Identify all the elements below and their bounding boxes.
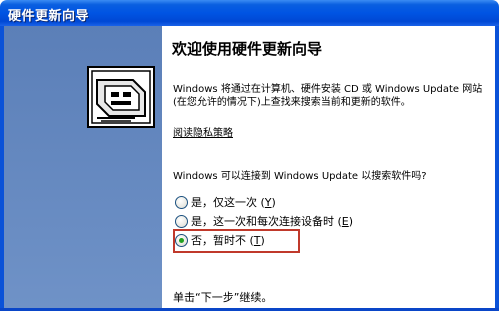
wizard-sidebar: [4, 26, 162, 308]
window-frame-right: [495, 26, 499, 311]
radio-yes-every-time[interactable]: [175, 214, 188, 228]
radio-yes-this-time[interactable]: [175, 195, 188, 209]
option-yes-this-time-mnemonic-open: (: [257, 195, 265, 209]
option-yes-this-time-mnemonic: Y: [264, 195, 272, 209]
option-yes-this-time-mnemonic-close: ): [271, 195, 276, 209]
windows-update-question: Windows 可以连接到 Windows Update 以搜索软件吗?: [173, 171, 427, 182]
hardware-update-wizard-window: 硬件更新向导 欢迎使用硬件更新向导 Windows 将通过在计算机、硬件安装 C…: [0, 0, 499, 311]
option-yes-every-time-label: 是，这一次和每次连接设备时: [191, 215, 334, 228]
option-yes-every-time-mnemonic-close: ): [348, 214, 354, 228]
option-yes-this-time[interactable]: 是，仅这一次 (Y): [175, 194, 276, 210]
window-title: 硬件更新向导: [8, 9, 90, 24]
option-yes-every-time[interactable]: 是，这一次和每次连接设备时 (E): [175, 213, 353, 229]
option-yes-every-time-mnemonic: E: [341, 214, 349, 228]
wizard-heading: 欢迎使用硬件更新向导: [172, 40, 323, 58]
selection-highlight-box: [173, 229, 300, 253]
wizard-content: 欢迎使用硬件更新向导 Windows 将通过在计算机、硬件安装 CD 或 Win…: [162, 26, 495, 308]
hardware-card-icon: [87, 66, 155, 128]
wizard-description: Windows 将通过在计算机、硬件安装 CD 或 Windows Update…: [173, 84, 483, 108]
privacy-policy-link[interactable]: 阅读隐私策略: [173, 124, 233, 139]
title-bar[interactable]: 硬件更新向导: [0, 0, 499, 26]
option-yes-every-time-mnemonic-open: (: [334, 214, 342, 228]
wizard-footer-text: 单击“下一步”继续。: [173, 291, 273, 304]
option-yes-this-time-label: 是，仅这一次: [191, 196, 257, 209]
